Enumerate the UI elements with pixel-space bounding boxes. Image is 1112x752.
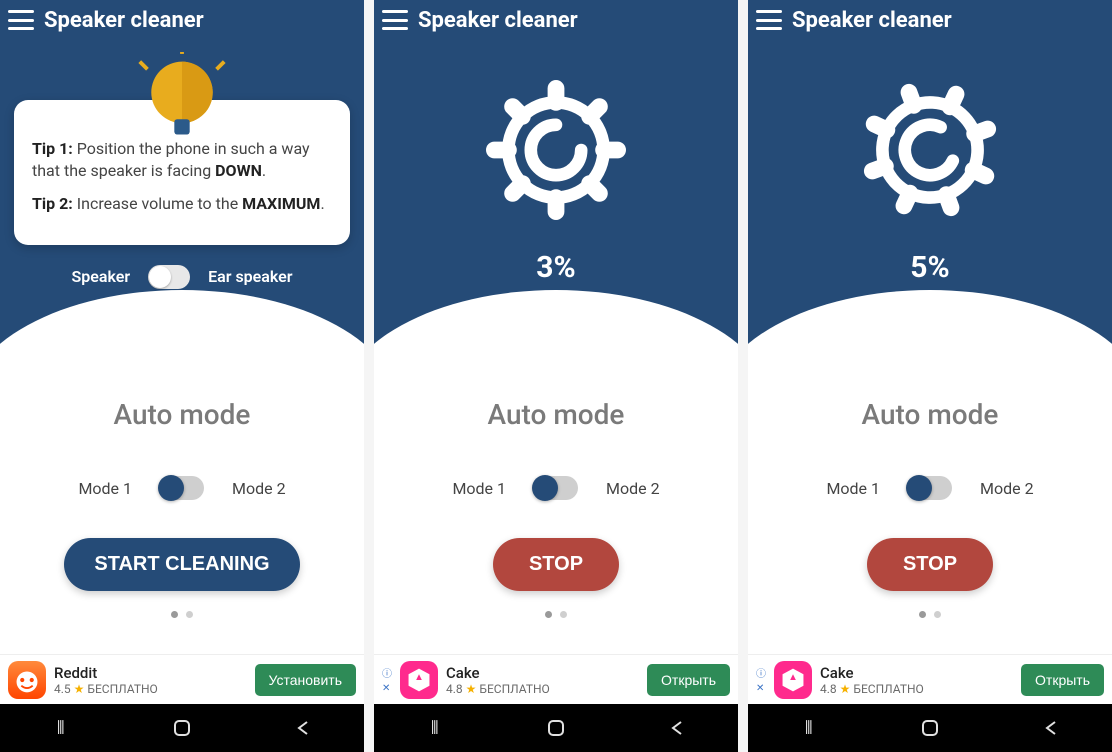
dot-1[interactable] xyxy=(171,611,178,618)
mode-1-label: Mode 1 xyxy=(78,479,132,498)
gear-icon xyxy=(486,80,626,220)
mode-toggle[interactable] xyxy=(534,476,578,500)
ad-text: Cake 4.8 ★ БЕСПЛАТНО xyxy=(446,664,639,696)
mode-toggle[interactable] xyxy=(908,476,952,500)
progress-percent: 3% xyxy=(536,250,575,285)
auto-mode-title: Auto mode xyxy=(114,398,251,431)
ad-info-controls: ⓘ ✕ xyxy=(382,665,392,694)
back-button[interactable] xyxy=(288,713,318,743)
auto-mode-title: Auto mode xyxy=(862,398,999,431)
app-title: Speaker cleaner xyxy=(792,8,952,33)
auto-mode-title: Auto mode xyxy=(488,398,625,431)
mode-1-label: Mode 1 xyxy=(826,479,880,498)
speaker-toggle-row: Speaker Ear speaker xyxy=(71,265,292,289)
app-bar: Speaker cleaner xyxy=(748,0,1112,40)
dot-1[interactable] xyxy=(919,611,926,618)
ad-title: Reddit xyxy=(54,664,247,682)
dot-2[interactable] xyxy=(186,611,193,618)
android-nav-bar: ⦀ xyxy=(374,704,738,752)
app-bar: Speaker cleaner xyxy=(0,0,364,40)
mode-toggle-row: Mode 1 Mode 2 xyxy=(826,476,1033,500)
mode-2-label: Mode 2 xyxy=(980,479,1034,498)
app-title: Speaker cleaner xyxy=(418,8,578,33)
tips-card: Tip 1: Position the phone in such a way … xyxy=(14,100,350,245)
ad-info-icon[interactable]: ⓘ xyxy=(756,665,766,680)
menu-icon[interactable] xyxy=(8,10,34,30)
gear-icon xyxy=(837,57,1023,243)
ad-app-icon xyxy=(400,661,438,699)
home-button[interactable] xyxy=(167,713,197,743)
dot-2[interactable] xyxy=(560,611,567,618)
ad-text: Cake 4.8 ★ БЕСПЛАТНО xyxy=(820,664,1013,696)
ad-banner[interactable]: ⓘ ✕ Cake 4.8 ★ БЕСПЛАТНО Открыть xyxy=(748,654,1112,704)
mode-2-label: Mode 2 xyxy=(232,479,286,498)
ad-subtitle: 4.8 ★ БЕСПЛАТНО xyxy=(820,682,1013,696)
ad-text: Reddit 4.5 ★ БЕСПЛАТНО xyxy=(54,664,247,696)
stop-button[interactable]: STOP xyxy=(867,538,993,591)
recents-button[interactable]: ⦀ xyxy=(420,713,450,743)
start-cleaning-button[interactable]: START CLEANING xyxy=(64,538,299,591)
ad-cta-button[interactable]: Открыть xyxy=(647,664,730,696)
ad-title: Cake xyxy=(820,664,1013,682)
recents-button[interactable]: ⦀ xyxy=(794,713,824,743)
ad-cta-button[interactable]: Открыть xyxy=(1021,664,1104,696)
tip-2: Tip 2: Increase volume to the MAXIMUM. xyxy=(32,193,332,215)
menu-icon[interactable] xyxy=(756,10,782,30)
ad-app-icon xyxy=(8,661,46,699)
page-dots xyxy=(171,611,193,618)
stop-button[interactable]: STOP xyxy=(493,538,619,591)
ad-close-icon[interactable]: ✕ xyxy=(382,683,392,694)
progress-percent: 5% xyxy=(910,250,949,285)
mode-toggle-row: Mode 1 Mode 2 xyxy=(78,476,285,500)
ad-subtitle: 4.8 ★ БЕСПЛАТНО xyxy=(446,682,639,696)
app-title: Speaker cleaner xyxy=(44,8,204,33)
android-nav-bar: ⦀ xyxy=(748,704,1112,752)
android-nav-bar: ⦀ xyxy=(0,704,364,752)
back-button[interactable] xyxy=(662,713,692,743)
ad-subtitle: 4.5 ★ БЕСПЛАТНО xyxy=(54,682,247,696)
ear-speaker-label: Ear speaker xyxy=(208,267,292,286)
home-button[interactable] xyxy=(915,713,945,743)
dot-1[interactable] xyxy=(545,611,552,618)
back-button[interactable] xyxy=(1036,713,1066,743)
speaker-label: Speaker xyxy=(71,267,130,286)
ad-app-icon xyxy=(774,661,812,699)
phone-screen-1: Speaker cleaner Tip 1: Position the phon… xyxy=(0,0,364,752)
home-button[interactable] xyxy=(541,713,571,743)
ad-info-controls: ⓘ ✕ xyxy=(756,665,766,694)
ad-title: Cake xyxy=(446,664,639,682)
dot-2[interactable] xyxy=(934,611,941,618)
mode-toggle[interactable] xyxy=(160,476,204,500)
phone-screen-3: Speaker cleaner 5% Auto mode Mode 1 Mode… xyxy=(748,0,1112,752)
mode-1-label: Mode 1 xyxy=(452,479,506,498)
ad-close-icon[interactable]: ✕ xyxy=(756,683,766,694)
recents-button[interactable]: ⦀ xyxy=(46,713,76,743)
lightbulb-icon xyxy=(134,52,230,148)
speaker-toggle[interactable] xyxy=(148,265,190,289)
menu-icon[interactable] xyxy=(382,10,408,30)
page-dots xyxy=(919,611,941,618)
mode-toggle-row: Mode 1 Mode 2 xyxy=(452,476,659,500)
ad-banner[interactable]: Reddit 4.5 ★ БЕСПЛАТНО Установить xyxy=(0,654,364,704)
ad-info-icon[interactable]: ⓘ xyxy=(382,665,392,680)
page-dots xyxy=(545,611,567,618)
mode-2-label: Mode 2 xyxy=(606,479,660,498)
phone-screen-2: Speaker cleaner 3% Auto mode Mode 1 Mode… xyxy=(374,0,738,752)
app-bar: Speaker cleaner xyxy=(374,0,738,40)
ad-banner[interactable]: ⓘ ✕ Cake 4.8 ★ БЕСПЛАТНО Открыть xyxy=(374,654,738,704)
ad-cta-button[interactable]: Установить xyxy=(255,664,356,696)
